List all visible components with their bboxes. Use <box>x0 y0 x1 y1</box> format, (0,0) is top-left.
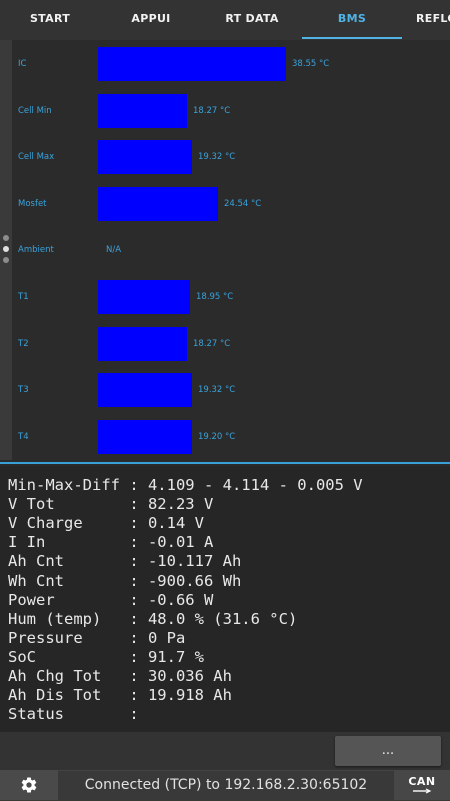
data-line: Ah Chg Tot : 30.036 Ah <box>8 667 232 685</box>
bar-label: Mosfet <box>18 199 47 209</box>
bar-value: 19.32 °C <box>198 385 236 395</box>
bar-value: N/A <box>106 245 122 255</box>
active-tab-indicator <box>302 37 402 39</box>
bar-value: 38.55 °C <box>292 59 330 69</box>
data-line: Status : <box>8 705 148 724</box>
bar-row: T1 18.95 °C <box>12 280 450 314</box>
can-toggle-button[interactable]: CAN <box>394 770 450 800</box>
data-line: V Charge : 0.14 V <box>8 514 204 533</box>
section-divider <box>0 462 450 464</box>
tab-bms[interactable]: BMS <box>302 0 402 40</box>
bar-fill <box>98 140 192 174</box>
bar-row: Mosfet 24.54 °C <box>12 187 450 221</box>
bar-label: Cell Min <box>18 106 52 116</box>
data-line: Ah Cnt : -10.117 Ah <box>8 552 242 571</box>
bar-row: Cell Min 18.27 °C <box>12 94 450 128</box>
bar-value: 24.54 °C <box>224 199 262 209</box>
bar-value: 19.20 °C <box>198 432 236 442</box>
more-options-button[interactable]: ... <box>335 736 441 766</box>
data-line: Ah Dis Tot : 19.918 Ah <box>8 686 232 705</box>
tab-rt-data[interactable]: RT DATA <box>202 0 302 40</box>
bar-row: T4 19.20 °C <box>12 420 450 454</box>
bar-label: Cell Max <box>18 152 55 162</box>
bar-row: Ambient N/A <box>12 233 450 267</box>
page-dot[interactable] <box>3 257 9 263</box>
data-line: Hum (temp) : 48.0 % (31.6 °C) <box>8 609 298 628</box>
data-line: Power : -0.66 W <box>8 590 214 609</box>
tab-appui[interactable]: APPUI <box>100 0 202 40</box>
bar-value: 18.27 °C <box>193 339 231 349</box>
bms-temperature-bars: IC 38.55 °C Cell Min 18.27 °C Cell Max 19.32 … <box>12 40 450 460</box>
page-dot[interactable] <box>3 235 9 241</box>
data-line: Min-Max-Diff : 4.109 - 4.114 - 0.005 V <box>8 476 363 494</box>
bar-label: T3 <box>18 385 29 395</box>
gear-icon <box>21 777 37 793</box>
tab-start[interactable]: START <box>0 0 100 40</box>
connection-status: Connected (TCP) to 192.168.2.30:65102 <box>84 777 368 793</box>
arrow-right-icon <box>413 788 432 794</box>
data-line: V Tot : 82.23 V <box>8 495 214 514</box>
tab-bar: START APPUI RT DATA BMS REFLO <box>0 0 450 41</box>
bar-fill <box>98 280 190 314</box>
bar-fill <box>98 327 187 361</box>
bar-fill <box>98 373 192 407</box>
bar-value: 19.32 °C <box>198 152 236 162</box>
data-line: Pressure : 0 Pa <box>8 628 186 647</box>
bar-label: Ambient <box>18 245 54 255</box>
bms-data-panel: Min-Max-Diff : 4.109 - 4.114 - 0.005 VV … <box>0 466 450 732</box>
bar-fill <box>98 420 192 454</box>
bar-row: T3 19.32 °C <box>12 373 450 407</box>
settings-button[interactable] <box>0 770 58 800</box>
bar-fill <box>98 187 218 221</box>
can-label: CAN <box>408 775 436 788</box>
bar-fill <box>98 94 187 128</box>
bar-label: T2 <box>18 339 29 349</box>
bar-value: 18.95 °C <box>196 292 234 302</box>
data-line: SoC : 91.7 % <box>8 647 204 666</box>
bar-row: Cell Max 19.32 °C <box>12 140 450 174</box>
data-line: I In : -0.01 A <box>8 533 214 552</box>
bar-label: T1 <box>18 292 29 302</box>
tab-reflo[interactable]: REFLO <box>402 0 450 40</box>
data-line: Wh Cnt : -900.66 Wh <box>8 571 242 590</box>
bar-label: T4 <box>18 432 29 442</box>
page-indicator-strip <box>0 40 12 460</box>
bar-value: 18.27 °C <box>193 106 231 116</box>
page-dot-active[interactable] <box>3 246 9 252</box>
bar-fill <box>98 47 286 81</box>
bar-row: T2 18.27 °C <box>12 327 450 361</box>
bar-row: IC 38.55 °C <box>12 47 450 81</box>
bar-label: IC <box>18 59 27 69</box>
